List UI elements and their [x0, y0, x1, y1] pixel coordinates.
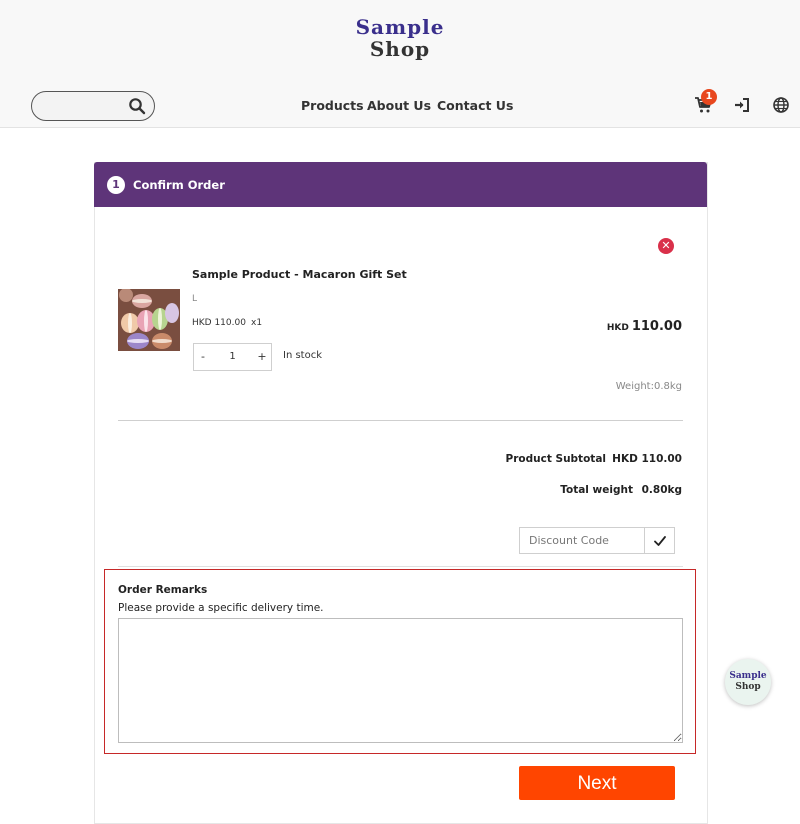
divider	[118, 566, 683, 567]
order-remarks-title: Order Remarks	[118, 584, 208, 596]
product-image[interactable]	[118, 289, 180, 351]
quantity-value[interactable]: 1	[212, 344, 253, 370]
order-remarks-hint: Please provide a specific delivery time.	[118, 602, 324, 614]
next-button[interactable]: Next	[519, 766, 675, 800]
line-total-currency: HKD	[606, 323, 629, 333]
globe-icon[interactable]	[772, 96, 790, 114]
site-logo[interactable]: Sample Shop	[350, 16, 450, 60]
close-icon: ✕	[661, 239, 671, 252]
remove-item-button[interactable]: ✕	[658, 238, 674, 254]
line-total: HKD 110.00	[607, 315, 682, 334]
product-name[interactable]: Sample Product - Macaron Gift Set	[192, 268, 407, 281]
cart-count-badge: 1	[701, 89, 717, 105]
step-number: 1	[107, 176, 125, 194]
divider	[118, 420, 683, 421]
total-weight-label: Total weight	[560, 484, 633, 496]
nav-products[interactable]: Products	[301, 98, 364, 113]
logo-line2: Shop	[369, 37, 431, 61]
subtotal-value: HKD 110.00	[612, 453, 682, 465]
decrease-quantity-button[interactable]: -	[194, 344, 212, 370]
logo-line1: Sample	[355, 15, 445, 39]
line-total-amount: 110.00	[631, 319, 682, 334]
floating-shop-button[interactable]: Sample Shop	[725, 659, 771, 705]
unit-price: HKD 110.00	[192, 318, 246, 328]
product-variant: L	[192, 294, 198, 304]
increase-quantity-button[interactable]: +	[253, 344, 271, 370]
float-logo-line2: Shop	[735, 682, 761, 692]
stock-status: In stock	[283, 350, 323, 361]
item-weight: Weight:0.8kg	[615, 381, 682, 392]
check-icon	[654, 536, 666, 546]
nav-about-us[interactable]: About Us	[367, 98, 431, 113]
macaron-image	[118, 289, 180, 351]
apply-discount-button[interactable]	[644, 527, 675, 554]
login-icon[interactable]	[733, 96, 751, 114]
step-title: Confirm Order	[133, 178, 225, 192]
main-nav: Products About Us Contact Us	[0, 98, 800, 118]
quantity-text: x1	[251, 318, 263, 328]
discount-code-input[interactable]	[519, 527, 644, 554]
quantity-stepper: - 1 +	[193, 343, 272, 371]
float-logo-line1: Sample	[729, 671, 767, 681]
nav-contact-us[interactable]: Contact Us	[437, 98, 513, 113]
subtotal-label: Product Subtotal	[505, 453, 606, 465]
site-header: Sample Shop Products About Us Contact Us…	[0, 0, 800, 128]
order-remarks-textarea[interactable]	[118, 618, 683, 743]
total-weight-value: 0.80kg	[641, 484, 682, 496]
